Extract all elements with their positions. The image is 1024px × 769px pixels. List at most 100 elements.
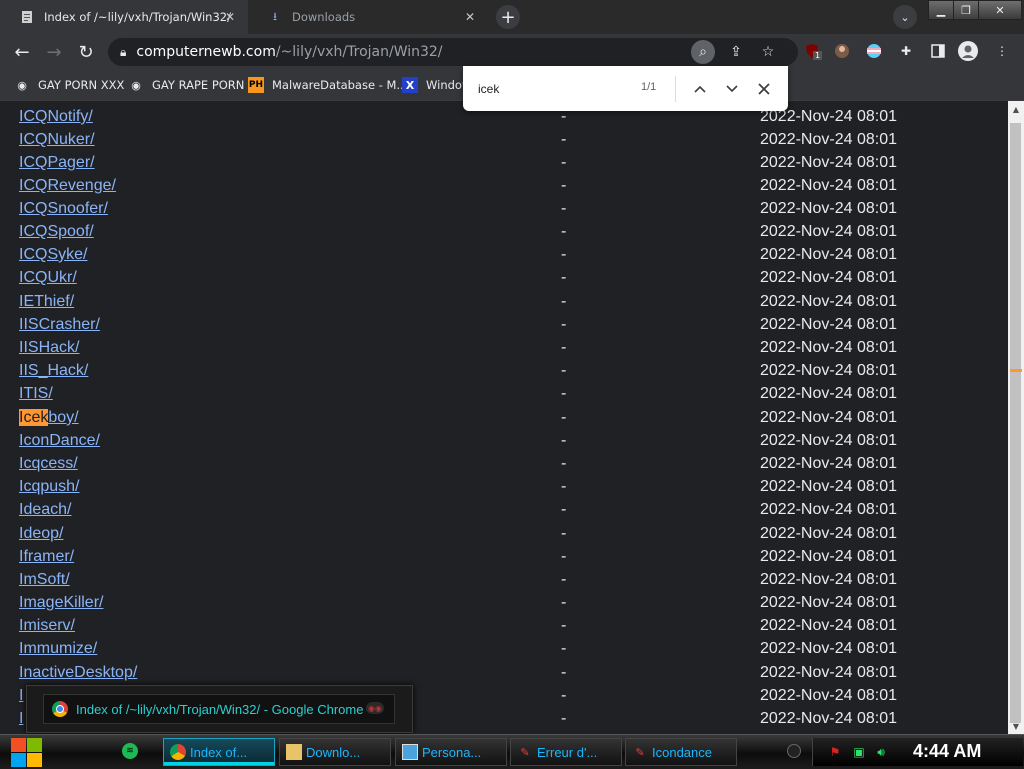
new-tab-button[interactable]: + xyxy=(496,5,520,29)
restore-button[interactable]: ❐ xyxy=(953,0,979,20)
windows-logo-icon xyxy=(27,753,42,767)
table-row: Imiserv/ - 2022-Nov-24 08:01 xyxy=(0,615,1000,637)
file-link[interactable]: Icqpush/ xyxy=(19,476,79,498)
taskbar-button-chrome[interactable]: Index of... xyxy=(163,738,275,766)
page-scrollbar[interactable]: ▲ ▼ xyxy=(1008,101,1024,734)
date-cell: 2022-Nov-24 08:01 xyxy=(760,362,897,379)
profile-avatar-icon[interactable] xyxy=(958,41,978,61)
find-in-page-icon[interactable]: ⌕ xyxy=(691,40,715,64)
find-divider xyxy=(675,76,676,102)
size-cell: - xyxy=(561,131,567,148)
file-link[interactable]: ICQPager/ xyxy=(19,152,95,174)
bookmark-star-icon[interactable]: ☆ xyxy=(756,40,780,64)
file-link[interactable]: ICQNotify/ xyxy=(19,106,93,128)
network-icon[interactable]: ▣ xyxy=(851,744,867,760)
url-path: /~lily/vxh/Trojan/Win32/ xyxy=(275,44,443,60)
table-row: Icekboy/ - 2022-Nov-24 08:01 xyxy=(0,407,1000,429)
close-tab-icon[interactable]: ✕ xyxy=(222,9,238,25)
taskbar-button-icondance[interactable]: ✎ Icondance xyxy=(625,738,737,766)
file-link-search-match[interactable]: Icekboy/ xyxy=(19,407,79,429)
date-cell: 2022-Nov-24 08:01 xyxy=(760,548,897,565)
find-close-button[interactable] xyxy=(751,76,777,102)
file-link[interactable]: I xyxy=(19,685,23,707)
taskbar-clock[interactable]: 4:44 AM xyxy=(913,741,981,762)
file-link[interactable]: ImageKiller/ xyxy=(19,592,103,614)
file-link[interactable]: Iframer/ xyxy=(19,546,74,568)
bookmark-item[interactable]: PH MalwareDatabase - M... xyxy=(248,76,407,94)
file-link[interactable]: IconDance/ xyxy=(19,430,100,452)
back-button[interactable]: ← xyxy=(8,38,36,66)
size-cell: - xyxy=(561,478,567,495)
taskbar-button-label: Downlo... xyxy=(306,744,361,760)
spotify-icon[interactable]: ≋ xyxy=(122,743,138,759)
bookmark-item[interactable]: ◉ GAY RAPE PORN xyxy=(128,76,244,94)
flag-extension-icon[interactable] xyxy=(864,41,884,61)
extension-badge: 1 xyxy=(813,51,823,60)
taskbar-button-error[interactable]: ✎ Erreur d'... xyxy=(510,738,622,766)
reload-button[interactable]: ↻ xyxy=(72,38,100,66)
globe-icon: ◉ xyxy=(17,78,27,92)
ph-icon: PH xyxy=(248,77,264,93)
tooltip-close-icon[interactable]: ◉◉ xyxy=(366,702,384,714)
date-cell: 2022-Nov-24 08:01 xyxy=(760,293,897,310)
volume-icon[interactable]: 🔊︎ xyxy=(873,744,889,760)
share-icon[interactable]: ⇪ xyxy=(724,40,748,64)
tab-title: Downloads xyxy=(292,10,356,24)
window-close-button[interactable]: ✕ xyxy=(978,0,1022,20)
taskbar-button-downloads[interactable]: Downlo... xyxy=(279,738,391,766)
file-link[interactable]: InactiveDesktop/ xyxy=(19,662,137,684)
file-link[interactable]: ImSoft/ xyxy=(19,569,70,591)
minimize-button[interactable]: ▁ xyxy=(928,0,954,20)
file-link[interactable]: ICQRevenge/ xyxy=(19,175,116,197)
file-link[interactable]: Immumize/ xyxy=(19,638,97,660)
forward-button[interactable]: → xyxy=(40,38,68,66)
bookmark-item[interactable]: X Window xyxy=(402,76,471,94)
file-link[interactable]: I xyxy=(19,708,23,730)
size-cell: - xyxy=(561,640,567,657)
bookmark-label: GAY PORN XXX xyxy=(38,78,125,92)
file-link[interactable]: Ideach/ xyxy=(19,499,71,521)
find-input[interactable] xyxy=(478,80,628,98)
file-link[interactable]: ICQNuker/ xyxy=(19,129,95,151)
profile-extension-icon[interactable] xyxy=(832,41,852,61)
file-link[interactable]: ITIS/ xyxy=(19,383,53,405)
close-tab-icon[interactable]: ✕ xyxy=(462,9,478,25)
tab-downloads[interactable]: ⭳ Downloads ✕ xyxy=(248,0,488,34)
ublock-extension-icon[interactable]: 1 xyxy=(802,41,823,61)
url-text[interactable]: computernewb.com/~lily/vxh/Trojan/Win32/ xyxy=(136,44,442,60)
tab-search-button[interactable]: ⌄ xyxy=(893,5,917,29)
file-link[interactable]: ICQSyke/ xyxy=(19,244,87,266)
file-link[interactable]: ICQSpoof/ xyxy=(19,221,94,243)
file-link[interactable]: Imiserv/ xyxy=(19,615,75,637)
table-row: Icqcess/ - 2022-Nov-24 08:01 xyxy=(0,453,1000,475)
find-next-button[interactable] xyxy=(719,76,745,102)
file-link[interactable]: Icqcess/ xyxy=(19,453,78,475)
download-icon: ⭳ xyxy=(273,9,277,23)
tray-expand-icon[interactable] xyxy=(787,744,801,758)
file-link[interactable]: IISHack/ xyxy=(19,337,79,359)
taskbar-button-personalization[interactable]: Persona... xyxy=(395,738,507,766)
action-center-flag-icon[interactable]: ⚑ xyxy=(827,744,843,760)
scrollbar-thumb[interactable] xyxy=(1010,123,1021,723)
find-previous-button[interactable] xyxy=(687,76,713,102)
scroll-up-arrow-icon[interactable]: ▲ xyxy=(1008,101,1024,117)
file-link[interactable]: ICQSnoofer/ xyxy=(19,198,108,220)
tab-index-of[interactable]: Index of /~lily/vxh/Trojan/Win32/ ✕ xyxy=(0,0,248,34)
scroll-down-arrow-icon[interactable]: ▼ xyxy=(1008,718,1024,734)
taskbar-thumbnail-tooltip: Index of /~lily/vxh/Trojan/Win32/ - Goog… xyxy=(26,685,413,733)
tooltip-title-bar[interactable]: Index of /~lily/vxh/Trojan/Win32/ - Goog… xyxy=(43,694,395,724)
address-bar[interactable]: 🔒︎ computernewb.com/~lily/vxh/Trojan/Win… xyxy=(108,38,798,66)
file-link[interactable]: ICQUkr/ xyxy=(19,267,77,289)
size-cell: - xyxy=(561,385,567,402)
lock-icon[interactable]: 🔒︎ xyxy=(120,45,126,60)
menu-kebab-icon[interactable]: ⋮ xyxy=(992,41,1012,61)
file-link[interactable]: IISCrasher/ xyxy=(19,314,100,336)
bookmark-item[interactable]: ◉ GAY PORN XXX xyxy=(14,76,124,94)
table-row: ImageKiller/ - 2022-Nov-24 08:01 xyxy=(0,592,1000,614)
extensions-puzzle-icon[interactable]: ✚ xyxy=(896,41,916,61)
file-link[interactable]: Ideop/ xyxy=(19,523,63,545)
file-link[interactable]: IIS_Hack/ xyxy=(19,360,88,382)
start-button[interactable] xyxy=(8,733,44,769)
side-panel-icon[interactable] xyxy=(928,41,948,61)
file-link[interactable]: IEThief/ xyxy=(19,291,74,313)
